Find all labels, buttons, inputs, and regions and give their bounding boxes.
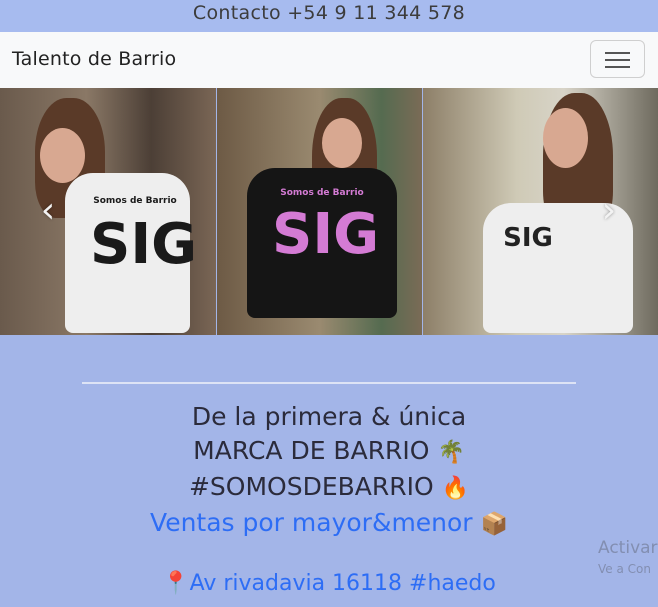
tagline-line-2-text: MARCA DE BARRIO [193, 436, 430, 465]
carousel-slide: Somos de Barrio SIG [217, 88, 422, 335]
carousel-next-button[interactable]: › [594, 186, 624, 236]
tagline-line-2: MARCA DE BARRIO 🌴 [0, 434, 658, 470]
address-text: Av rivadavia 16118 #haedo [189, 571, 496, 596]
shirt-print-logo: SIG [272, 202, 380, 267]
hamburger-icon [605, 52, 630, 54]
shirt-print-logo: SIG [503, 223, 553, 253]
shirt-print-text: Somos de Barrio [93, 196, 177, 206]
carousel-prev-button[interactable]: ‹ [33, 186, 63, 236]
chevron-left-icon: ‹ [40, 190, 56, 231]
fire-icon: 🔥 [441, 476, 470, 501]
tagline: De la primera & única MARCA DE BARRIO 🌴 … [0, 400, 658, 542]
watermark-title: Activar [598, 538, 658, 558]
address-link[interactable]: 📍Av rivadavia 16118 #haedo [0, 571, 658, 596]
package-icon: 📦 [480, 512, 508, 537]
wholesale-link[interactable]: Ventas por mayor&menor [150, 508, 473, 537]
image-carousel[interactable]: Somos de Barrio SIG Somos de Barrio SIG … [0, 88, 658, 335]
tagline-line-1: De la primera & única [191, 402, 467, 431]
tagline-line-3: #SOMOSDEBARRIO 🔥 [0, 470, 658, 506]
navbar: Talento de Barrio [0, 32, 658, 88]
hamburger-icon-line [605, 66, 630, 68]
shirt-print-logo: SIG [90, 212, 198, 277]
brand-logo[interactable]: Talento de Barrio [12, 48, 176, 70]
divider [82, 382, 576, 384]
shirt-print-text: Somos de Barrio [280, 188, 364, 198]
menu-toggle-button[interactable] [590, 40, 645, 78]
tagline-line-3-text: #SOMOSDEBARRIO [188, 472, 434, 501]
tagline-line-4: Ventas por mayor&menor 📦 [0, 506, 658, 542]
windows-activation-watermark: Activar Ve a Con [598, 538, 658, 576]
contact-text: Contacto +54 9 11 344 578 [192, 2, 466, 24]
watermark-subtitle: Ve a Con [598, 562, 651, 576]
pin-icon: 📍 [162, 571, 190, 596]
contact-bar: Contacto +54 9 11 344 578 [0, 0, 658, 32]
chevron-right-icon: › [601, 190, 617, 231]
palm-tree-icon: 🌴 [437, 440, 465, 465]
hamburger-icon-line [605, 59, 630, 61]
